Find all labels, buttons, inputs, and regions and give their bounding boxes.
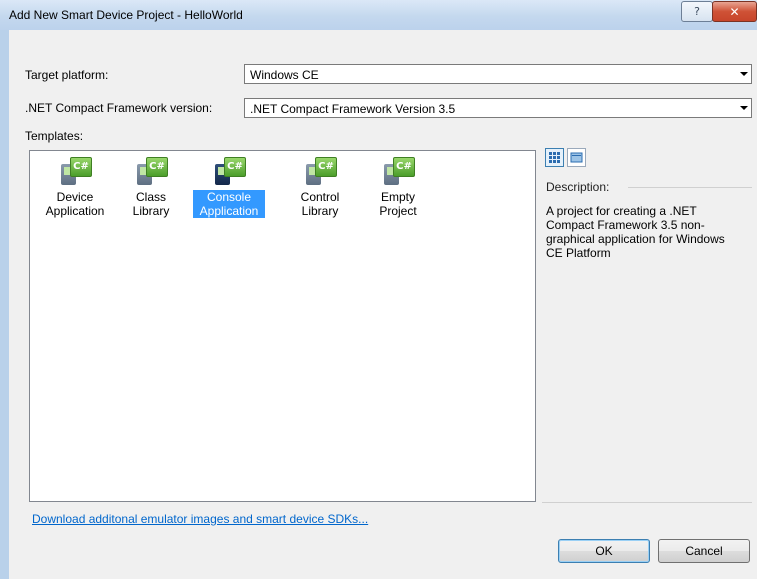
close-icon: ✕ bbox=[729, 4, 740, 19]
small-icons-view-button[interactable] bbox=[567, 148, 586, 167]
description-bottom-divider bbox=[542, 502, 752, 503]
template-control-library[interactable]: C# Control Library bbox=[284, 157, 356, 223]
template-label: Empty Project bbox=[379, 190, 417, 218]
templates-label: Templates: bbox=[25, 129, 84, 143]
list-view-icon bbox=[570, 152, 583, 163]
template-label: Control Library bbox=[300, 190, 340, 218]
ok-button[interactable]: OK bbox=[558, 539, 650, 563]
large-icons-view-button[interactable] bbox=[545, 148, 564, 167]
download-sdk-link[interactable]: Download additonal emulator images and s… bbox=[32, 512, 368, 526]
template-empty-project[interactable]: C# Empty Project bbox=[362, 157, 434, 223]
framework-version-dropdown[interactable]: .NET Compact Framework Version 3.5 bbox=[244, 98, 752, 118]
description-divider bbox=[628, 187, 752, 188]
target-platform-value: Windows CE bbox=[250, 68, 319, 82]
template-device-application[interactable]: C# Device Application bbox=[39, 157, 111, 223]
grid-view-icon bbox=[549, 152, 560, 163]
target-platform-label: Target platform: bbox=[25, 68, 109, 82]
close-button[interactable]: ✕ bbox=[712, 1, 757, 22]
console-application-icon: C# bbox=[215, 157, 246, 185]
framework-version-value: .NET Compact Framework Version 3.5 bbox=[250, 102, 456, 116]
template-class-library[interactable]: C# Class Library bbox=[115, 157, 187, 223]
class-library-icon: C# bbox=[137, 157, 168, 185]
chevron-down-icon bbox=[740, 106, 748, 110]
device-application-icon: C# bbox=[61, 157, 92, 185]
title-bar: Add New Smart Device Project - HelloWorl… bbox=[0, 0, 757, 30]
cancel-button[interactable]: Cancel bbox=[658, 539, 750, 563]
templates-list[interactable]: C# Device Application C# Class Library C… bbox=[29, 150, 536, 502]
template-label: Device Application bbox=[45, 190, 105, 218]
chevron-down-icon bbox=[740, 72, 748, 76]
help-button[interactable]: ? bbox=[681, 1, 713, 22]
description-text: A project for creating a .NET Compact Fr… bbox=[546, 204, 725, 260]
template-label: Class Library bbox=[132, 190, 170, 218]
window-title: Add New Smart Device Project - HelloWorl… bbox=[9, 8, 243, 22]
template-console-application[interactable]: C# Console Application bbox=[193, 157, 265, 223]
empty-project-icon: C# bbox=[384, 157, 415, 185]
target-platform-dropdown[interactable]: Windows CE bbox=[244, 64, 752, 84]
help-icon: ? bbox=[694, 5, 700, 18]
control-library-icon: C# bbox=[306, 157, 337, 185]
framework-version-label: .NET Compact Framework version: bbox=[25, 101, 213, 115]
template-label: Console Application bbox=[193, 190, 265, 218]
description-label: Description: bbox=[546, 180, 610, 194]
